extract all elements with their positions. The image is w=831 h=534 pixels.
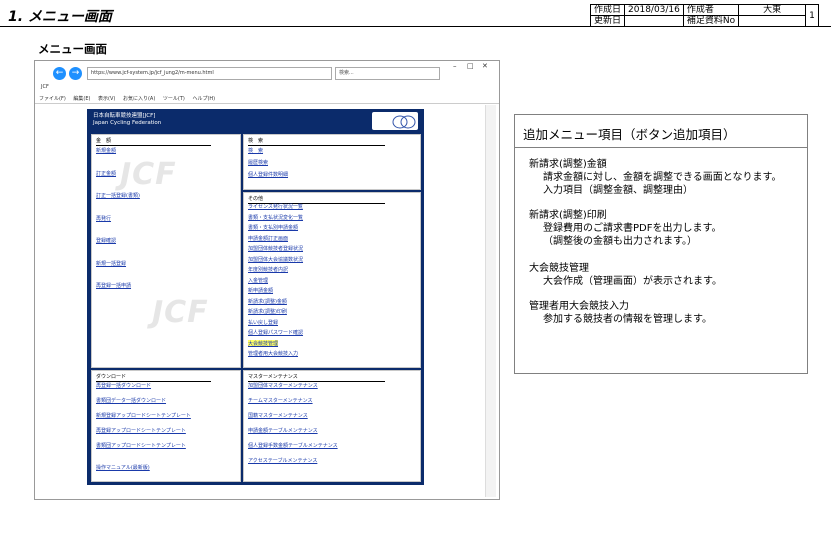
page-number: 1: [805, 4, 819, 27]
panel-master: マスターメンテナンス 加盟団体マスターメンテナンス チームマスターメンテナンス …: [243, 370, 421, 482]
link[interactable]: 書類団アップロードシートテンプレート: [96, 442, 186, 449]
back-icon[interactable]: ←: [53, 67, 66, 80]
menu-help[interactable]: ヘルプ(H): [192, 96, 215, 102]
link[interactable]: 入金管理: [248, 277, 268, 284]
section-label: メニュー画面: [38, 42, 107, 56]
created-date: 2018/03/16: [624, 4, 684, 16]
link[interactable]: 書類・支払状況変化一覧: [248, 214, 303, 221]
link[interactable]: 個人登録件数明細: [248, 171, 288, 178]
link[interactable]: 申請金額訂正画面: [248, 235, 288, 242]
panel-title: ダウンロード: [96, 373, 212, 382]
header-rule: [0, 26, 831, 27]
jcf-logo-icon: [392, 115, 416, 129]
link[interactable]: 書類団データ一括ダウンロード: [96, 397, 166, 404]
minimize-icon[interactable]: –: [453, 62, 457, 70]
link[interactable]: 再発行: [96, 215, 111, 222]
link[interactable]: 加盟団体大会協議数状況: [248, 256, 303, 263]
maximize-icon[interactable]: □: [467, 62, 474, 70]
document-title: 1. メニュー画面: [8, 9, 112, 25]
jcf-site: 日本自転車競技連盟[JCF] Japan Cycling Federation …: [87, 109, 424, 485]
link[interactable]: 再登録一括ダウンロード: [96, 382, 151, 389]
link[interactable]: 新請求(調整)印刷: [248, 308, 287, 315]
info-divider: [515, 147, 807, 148]
watermark: JCF: [120, 157, 177, 192]
info-item-text: （調整後の金額も出力されます。）: [543, 236, 697, 247]
menu-favorites[interactable]: お気に入り(A): [123, 96, 155, 102]
link[interactable]: 新規登録アップロードシートテンプレート: [96, 412, 191, 419]
link[interactable]: 加盟団体マスターメンテナンス: [248, 382, 318, 389]
link[interactable]: 加盟団体競技者登録状況: [248, 245, 303, 252]
additional-menu-info: 追加メニュー項目（ボタン追加項目） 新請求(調整)金額 請求金額に対し、金額を調…: [514, 114, 808, 374]
browser-tab[interactable]: JCF: [35, 84, 499, 94]
link[interactable]: 新申請金額: [248, 287, 273, 294]
address-bar[interactable]: https://www.jcf-system.jp/jcf_jung2/m-me…: [87, 67, 332, 80]
site-name: 日本自転車競技連盟[JCF] Japan Cycling Federation: [93, 113, 162, 126]
link[interactable]: 登録確認: [96, 237, 116, 244]
panel-download: ダウンロード 再登録一括ダウンロード 書類団データ一括ダウンロード 新規登録アッ…: [91, 370, 241, 482]
link[interactable]: 書類・支払別申請金額: [248, 224, 298, 231]
watermark: JCF: [152, 295, 209, 330]
link[interactable]: 再登録一括申請: [96, 282, 131, 289]
menu-file[interactable]: ファイル(F): [39, 96, 66, 102]
link[interactable]: 個人登録パスワード確認: [248, 329, 303, 336]
link[interactable]: 年度別競技者内訳: [248, 266, 288, 273]
link[interactable]: 払い戻し登録: [248, 319, 278, 326]
updated-date: [624, 15, 684, 27]
link[interactable]: 訂正金額: [96, 170, 116, 177]
jcf-logo: [372, 112, 418, 130]
updated-label: 更新日: [589, 15, 626, 27]
supplement-label: 補足資料No: [682, 15, 740, 27]
info-title: 追加メニュー項目（ボタン追加項目）: [523, 127, 736, 142]
forward-icon[interactable]: →: [69, 67, 82, 80]
link[interactable]: 検 索: [248, 147, 263, 154]
tab-label: JCF: [41, 84, 49, 90]
created-label: 作成日: [589, 4, 626, 16]
link[interactable]: 国籍マスターメンテナンス: [248, 412, 308, 419]
menu-edit[interactable]: 編集(E): [73, 96, 90, 102]
info-item-text: 入力項目（調整金額、調整理由）: [543, 185, 693, 196]
link[interactable]: 大会競技管理: [248, 339, 279, 347]
close-icon[interactable]: ✕: [482, 62, 488, 70]
link[interactable]: 個人登録手数金額テーブルメンテナンス: [248, 442, 338, 449]
panel-title: マスターメンテナンス: [248, 373, 386, 382]
link[interactable]: チームマスターメンテナンス: [248, 397, 313, 404]
link[interactable]: アクセステーブルメンテナンス: [248, 457, 317, 464]
info-item-text: 大会作成（管理画面）が表示されます。: [543, 276, 722, 287]
panel-kensaku: 検 索 検 索 履歴検索 個人登録件数明細: [243, 134, 421, 190]
panel-title: 検 索: [248, 137, 386, 146]
panel-title: 金 額: [96, 137, 212, 146]
link[interactable]: 新請求(調整)金額: [248, 298, 287, 305]
browser-menubar: ファイル(F) 編集(E) 表示(V) お気に入り(A) ツール(T) ヘルプ(…: [35, 95, 499, 104]
link[interactable]: 再登録アップロードシートテンプレート: [96, 427, 186, 434]
document-meta-table: 作成日 2018/03/16 作成者 大東 1 更新日 補足資料No: [589, 4, 819, 27]
link[interactable]: 申請金額テーブルメンテナンス: [248, 427, 318, 434]
menu-tools[interactable]: ツール(T): [163, 96, 185, 102]
browser-viewport: 日本自転車競技連盟[JCF] Japan Cycling Federation …: [39, 105, 485, 497]
link[interactable]: 履歴検索: [248, 159, 268, 166]
link[interactable]: 操作マニュアル(最新版): [96, 464, 150, 471]
author-name: 大東: [738, 4, 807, 16]
link[interactable]: 新規一括登録: [96, 260, 126, 267]
supplement-value: [738, 15, 807, 27]
browser-search[interactable]: 検索...: [335, 67, 440, 80]
panel-sonota: その他 ライセンス発行状況一覧 書類・支払状況変化一覧 書類・支払別申請金額 申…: [243, 192, 421, 368]
panel-kingaku: JCF JCF 金 額 新規金額 訂正金額 訂正一括登録(書類) 再発行 登録確…: [91, 134, 241, 368]
link[interactable]: 新規金額: [96, 147, 116, 154]
browser-scrollbar[interactable]: [485, 105, 496, 497]
link[interactable]: 訂正一括登録(書類): [96, 192, 140, 199]
menu-view[interactable]: 表示(V): [98, 96, 115, 102]
author-label: 作成者: [682, 4, 740, 16]
info-item-text: 参加する競技者の情報を管理します。: [543, 314, 712, 325]
link[interactable]: 管理者用大会競技入力: [248, 350, 298, 357]
link[interactable]: ライセンス発行状況一覧: [248, 203, 303, 210]
menu-screenshot: ← → https://www.jcf-system.jp/jcf_jung2/…: [34, 60, 500, 500]
